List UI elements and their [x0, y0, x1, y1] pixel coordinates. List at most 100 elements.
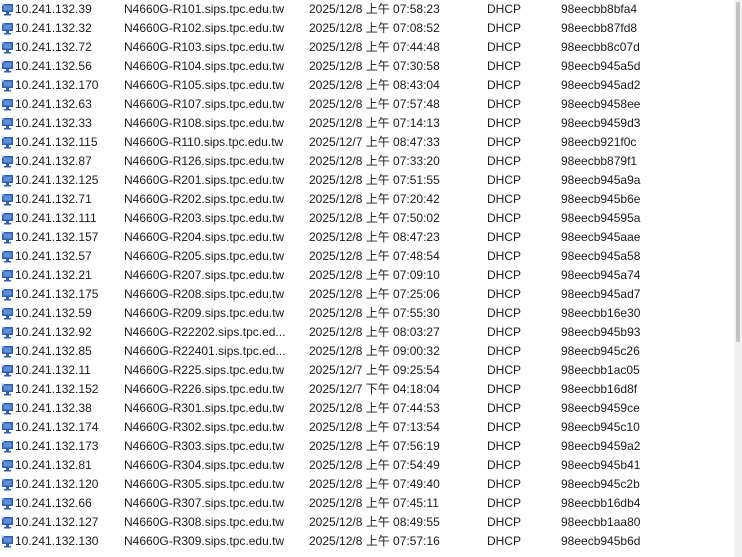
computer-lease-icon — [1, 76, 15, 95]
table-row[interactable]: 10.241.132.87 N4660G-R126.sips.tpc.edu.tw… — [0, 152, 734, 171]
lease-ip-address: 10.241.132.92 — [15, 325, 92, 339]
table-row[interactable]: 10.241.132.152 N4660G-R226.sips.tpc.edu.t… — [0, 380, 734, 399]
lease-ip-address: 10.241.132.152 — [15, 382, 99, 396]
computer-lease-icon — [1, 133, 15, 152]
lease-expiration: 2025/12/8 上午 07:51:55 — [309, 173, 440, 187]
table-row[interactable]: 10.241.132.32 N4660G-R102.sips.tpc.edu.tw… — [0, 19, 734, 38]
computer-lease-icon — [1, 456, 15, 475]
table-row[interactable]: 10.241.132.72 N4660G-R103.sips.tpc.edu.tw… — [0, 38, 734, 57]
lease-unique-id: 98eecbb1ac05 — [561, 363, 640, 377]
table-row[interactable]: 10.241.132.115 N4660G-R110.sips.tpc.edu.t… — [0, 133, 734, 152]
lease-unique-id: 98eecb9459a2 — [561, 439, 641, 453]
lease-name: N4660G-R301.sips.tpc.edu.tw — [124, 401, 285, 415]
lease-type: DHCP — [487, 420, 522, 434]
table-row[interactable]: 10.241.132.71 N4660G-R202.sips.tpc.edu.tw… — [0, 190, 734, 209]
computer-lease-icon — [1, 418, 15, 437]
table-row[interactable]: 10.241.132.127 N4660G-R308.sips.tpc.edu.t… — [0, 513, 734, 532]
lease-unique-id: 98eecb945b6e — [561, 192, 641, 206]
lease-unique-id: 98eecbb8bfa4 — [561, 2, 638, 16]
lease-name: N4660G-R102.sips.tpc.edu.tw — [124, 21, 285, 35]
lease-ip-address: 10.241.132.175 — [15, 287, 99, 301]
table-row[interactable]: 10.241.132.21 N4660G-R207.sips.tpc.edu.tw… — [0, 266, 734, 285]
lease-expiration: 2025/12/8 上午 09:00:32 — [309, 344, 440, 358]
lease-name: N4660G-R225.sips.tpc.edu.tw — [124, 363, 285, 377]
vertical-scrollbar[interactable] — [734, 0, 742, 557]
computer-lease-icon — [1, 209, 15, 228]
lease-expiration: 2025/12/8 上午 07:57:48 — [309, 97, 440, 111]
lease-name: N4660G-R204.sips.tpc.edu.tw — [124, 230, 285, 244]
lease-ip-address: 10.241.132.32 — [15, 21, 92, 35]
table-row[interactable]: 10.241.132.85 N4660G-R22401.sips.tpc.ed..… — [0, 342, 734, 361]
computer-lease-icon — [1, 247, 15, 266]
table-row[interactable]: 10.241.132.81 N4660G-R304.sips.tpc.edu.tw… — [0, 456, 734, 475]
lease-unique-id: 98eecb945c10 — [561, 420, 640, 434]
lease-expiration: 2025/12/8 上午 07:50:02 — [309, 211, 440, 225]
lease-name: N4660G-R108.sips.tpc.edu.tw — [124, 116, 285, 130]
lease-type: DHCP — [487, 97, 522, 111]
table-row[interactable]: 10.241.132.38 N4660G-R301.sips.tpc.edu.tw… — [0, 399, 734, 418]
table-row[interactable]: 10.241.132.63 N4660G-R107.sips.tpc.edu.tw… — [0, 95, 734, 114]
table-row[interactable]: 10.241.132.56 N4660G-R104.sips.tpc.edu.tw… — [0, 57, 734, 76]
lease-ip-address: 10.241.132.59 — [15, 306, 92, 320]
lease-ip-address: 10.241.132.56 — [15, 59, 92, 73]
computer-lease-icon — [1, 399, 15, 418]
lease-type: DHCP — [487, 21, 522, 35]
lease-type: DHCP — [487, 173, 522, 187]
table-row[interactable]: 10.241.132.174 N4660G-R302.sips.tpc.edu.t… — [0, 418, 734, 437]
lease-type: DHCP — [487, 135, 522, 149]
table-row[interactable]: 10.241.132.173 N4660G-R303.sips.tpc.edu.t… — [0, 437, 734, 456]
table-row[interactable]: 10.241.132.175 N4660G-R208.sips.tpc.edu.t… — [0, 285, 734, 304]
address-leases-list: 10.241.132.39 N4660G-R101.sips.tpc.edu.tw… — [0, 0, 734, 557]
table-row[interactable]: 10.241.132.92 N4660G-R22202.sips.tpc.ed..… — [0, 323, 734, 342]
lease-type: DHCP — [487, 287, 522, 301]
table-row[interactable]: 10.241.132.125 N4660G-R201.sips.tpc.edu.t… — [0, 171, 734, 190]
table-row[interactable]: 10.241.132.66 N4660G-R307.sips.tpc.edu.tw… — [0, 494, 734, 513]
lease-ip-address: 10.241.132.63 — [15, 97, 92, 111]
lease-ip-address: 10.241.132.173 — [15, 439, 99, 453]
table-row[interactable]: 10.241.132.111 N4660G-R203.sips.tpc.edu.t… — [0, 209, 734, 228]
lease-ip-address: 10.241.132.174 — [15, 420, 99, 434]
lease-ip-address: 10.241.132.87 — [15, 154, 92, 168]
lease-expiration: 2025/12/8 上午 07:14:13 — [309, 116, 440, 130]
lease-name: N4660G-R307.sips.tpc.edu.tw — [124, 496, 285, 510]
lease-unique-id: 98eecbb1aa80 — [561, 515, 641, 529]
table-row[interactable]: 10.241.132.120 N4660G-R305.sips.tpc.edu.t… — [0, 475, 734, 494]
table-row[interactable]: 10.241.132.57 N4660G-R205.sips.tpc.edu.tw… — [0, 247, 734, 266]
lease-unique-id: 98eecb9458ee — [561, 97, 641, 111]
computer-lease-icon — [1, 532, 15, 551]
lease-unique-id: 98eecbb879f1 — [561, 154, 638, 168]
table-row[interactable]: 10.241.132.59 N4660G-R209.sips.tpc.edu.tw… — [0, 304, 734, 323]
computer-lease-icon — [1, 437, 15, 456]
lease-ip-address: 10.241.132.66 — [15, 496, 92, 510]
lease-type: DHCP — [487, 211, 522, 225]
lease-ip-address: 10.241.132.71 — [15, 192, 92, 206]
lease-ip-address: 10.241.132.125 — [15, 173, 99, 187]
table-row[interactable]: 10.241.132.39 N4660G-R101.sips.tpc.edu.tw… — [0, 0, 734, 19]
table-row[interactable]: 10.241.132.33 N4660G-R108.sips.tpc.edu.tw… — [0, 114, 734, 133]
lease-expiration: 2025/12/8 上午 07:13:54 — [309, 420, 440, 434]
lease-unique-id: 98eecbb8c07d — [561, 40, 640, 54]
computer-lease-icon — [1, 380, 15, 399]
lease-type: DHCP — [487, 534, 522, 548]
lease-ip-address: 10.241.132.57 — [15, 249, 92, 263]
lease-unique-id: 98eecb945b41 — [561, 458, 641, 472]
table-row[interactable]: 10.241.132.11 N4660G-R225.sips.tpc.edu.tw… — [0, 361, 734, 380]
lease-unique-id: 98eecb945a9a — [561, 173, 641, 187]
table-row[interactable]: 10.241.132.170 N4660G-R105.sips.tpc.edu.t… — [0, 76, 734, 95]
lease-ip-address: 10.241.132.39 — [15, 2, 92, 16]
lease-name: N4660G-R308.sips.tpc.edu.tw — [124, 515, 285, 529]
lease-expiration: 2025/12/8 上午 08:47:23 — [309, 230, 440, 244]
computer-lease-icon — [1, 513, 15, 532]
lease-expiration: 2025/12/8 上午 08:03:27 — [309, 325, 440, 339]
lease-name: N4660G-R203.sips.tpc.edu.tw — [124, 211, 285, 225]
lease-ip-address: 10.241.132.11 — [15, 363, 91, 377]
lease-ip-address: 10.241.132.111 — [15, 211, 97, 225]
table-row[interactable]: 10.241.132.130 N4660G-R309.sips.tpc.edu.t… — [0, 532, 734, 551]
scrollbar-thumb[interactable] — [736, 2, 740, 342]
lease-unique-id: 98eecb945a5d — [561, 59, 641, 73]
lease-expiration: 2025/12/8 上午 07:57:16 — [309, 534, 440, 548]
lease-name: N4660G-R22401.sips.tpc.ed... — [124, 344, 286, 358]
table-row[interactable]: 10.241.132.157 N4660G-R204.sips.tpc.edu.t… — [0, 228, 734, 247]
lease-type: DHCP — [487, 439, 522, 453]
lease-name: N4660G-R105.sips.tpc.edu.tw — [124, 78, 285, 92]
